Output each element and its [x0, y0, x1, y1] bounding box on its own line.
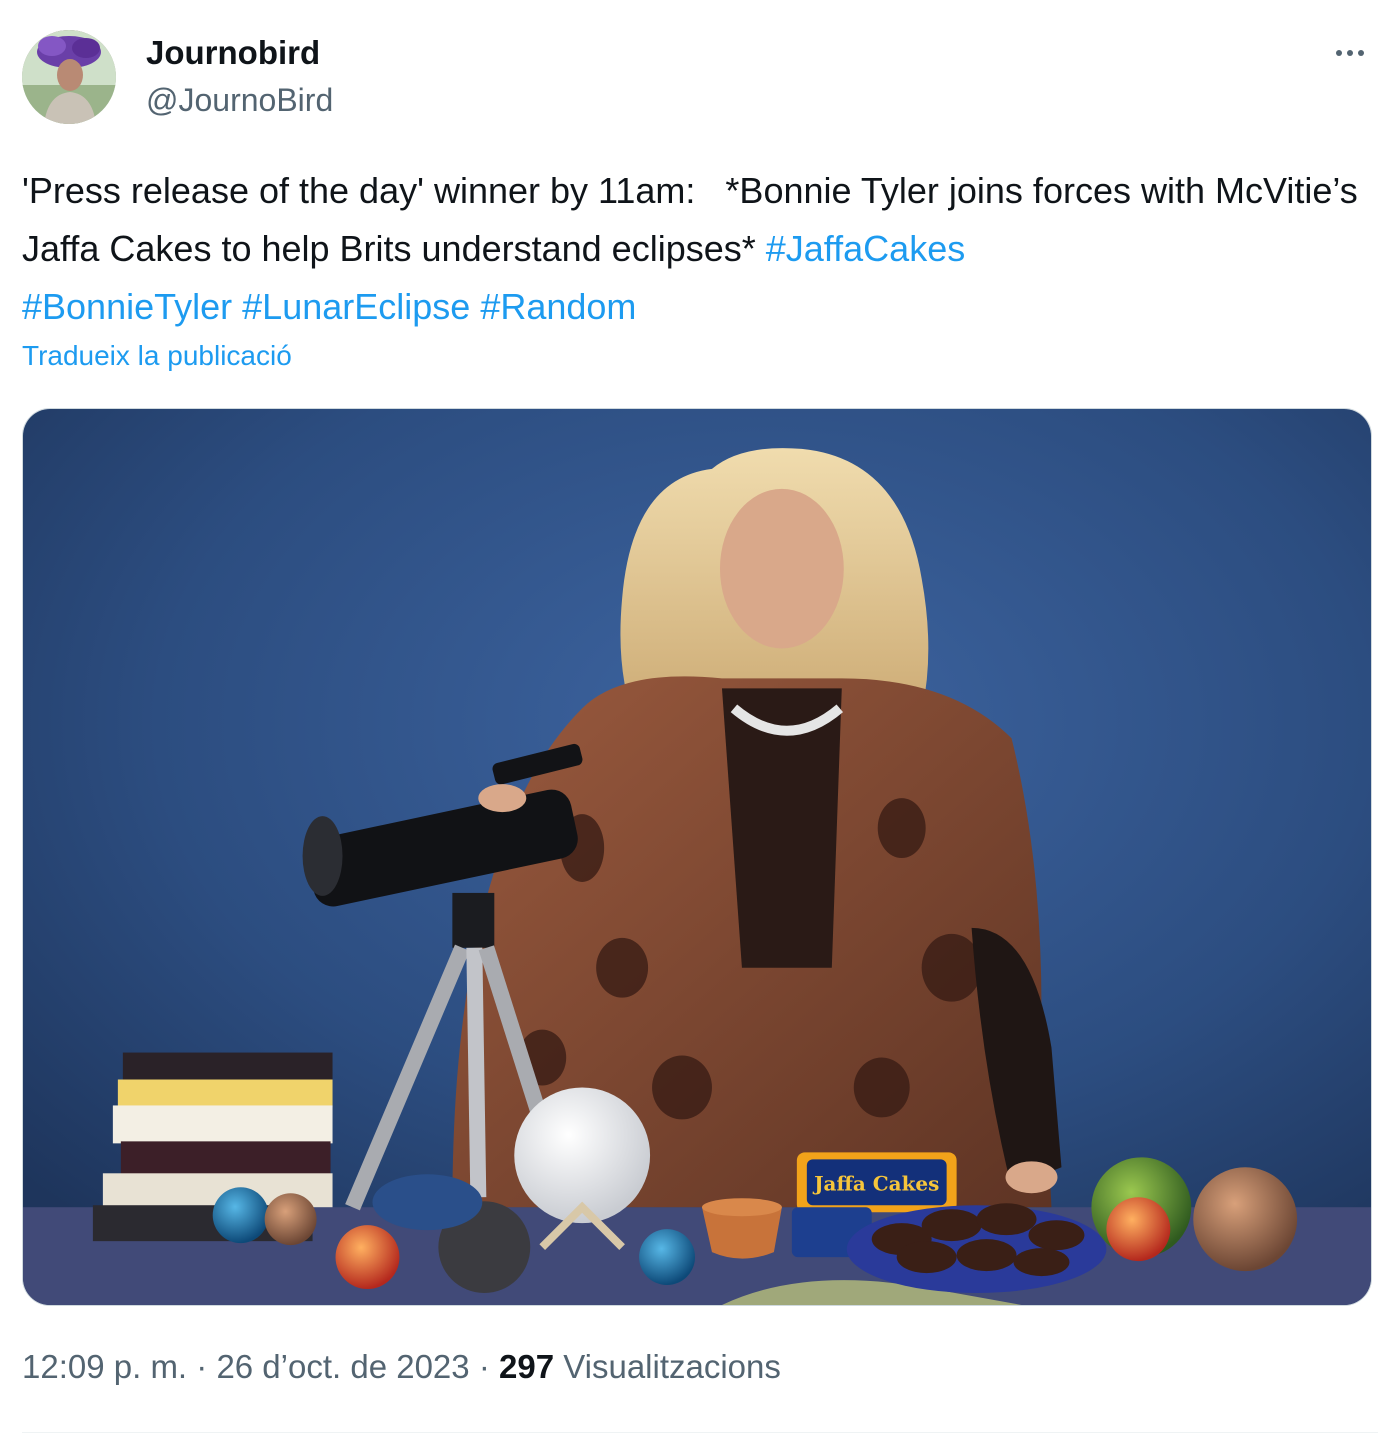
tweet-date[interactable]: 26 d’oct. de 2023 — [216, 1348, 469, 1385]
tweet-text-body: 'Press release of the day' winner by 11a… — [22, 170, 1368, 269]
avatar[interactable] — [22, 30, 116, 124]
photo-illustration: Jaffa Cakes — [23, 409, 1371, 1305]
hashtag-bonnietyler[interactable]: #BonnieTyler — [22, 286, 232, 327]
divider — [22, 1432, 1378, 1433]
views-count: 297 — [498, 1348, 555, 1385]
user-handle[interactable]: @JournoBird — [146, 82, 333, 119]
avatar-image — [22, 30, 116, 124]
translate-link[interactable]: Tradueix la publicació — [22, 340, 292, 372]
tweet-meta: 12:09 p. m. · 26 d’oct. de 2023 · 297 Vi… — [22, 1348, 781, 1386]
meta-separator: · — [187, 1348, 217, 1385]
tweet-time[interactable]: 12:09 p. m. — [22, 1348, 187, 1385]
views-label: Visualitzacions — [563, 1348, 781, 1385]
display-name[interactable]: Journobird — [146, 34, 320, 72]
meta-separator-2: · — [469, 1348, 499, 1385]
tweet: Journobird @JournoBird 'Press release of… — [0, 0, 1400, 1445]
more-options-icon[interactable] — [1330, 38, 1370, 68]
package-label: Jaffa Cakes — [812, 1171, 939, 1195]
tweet-photo[interactable]: Jaffa Cakes — [22, 408, 1372, 1306]
hashtag-lunareclipse[interactable]: #LunarEclipse — [242, 286, 470, 327]
hashtag-jaffacakes[interactable]: #JaffaCakes — [766, 228, 965, 269]
tweet-text: 'Press release of the day' winner by 11a… — [22, 162, 1382, 336]
hashtag-random[interactable]: #Random — [480, 286, 636, 327]
